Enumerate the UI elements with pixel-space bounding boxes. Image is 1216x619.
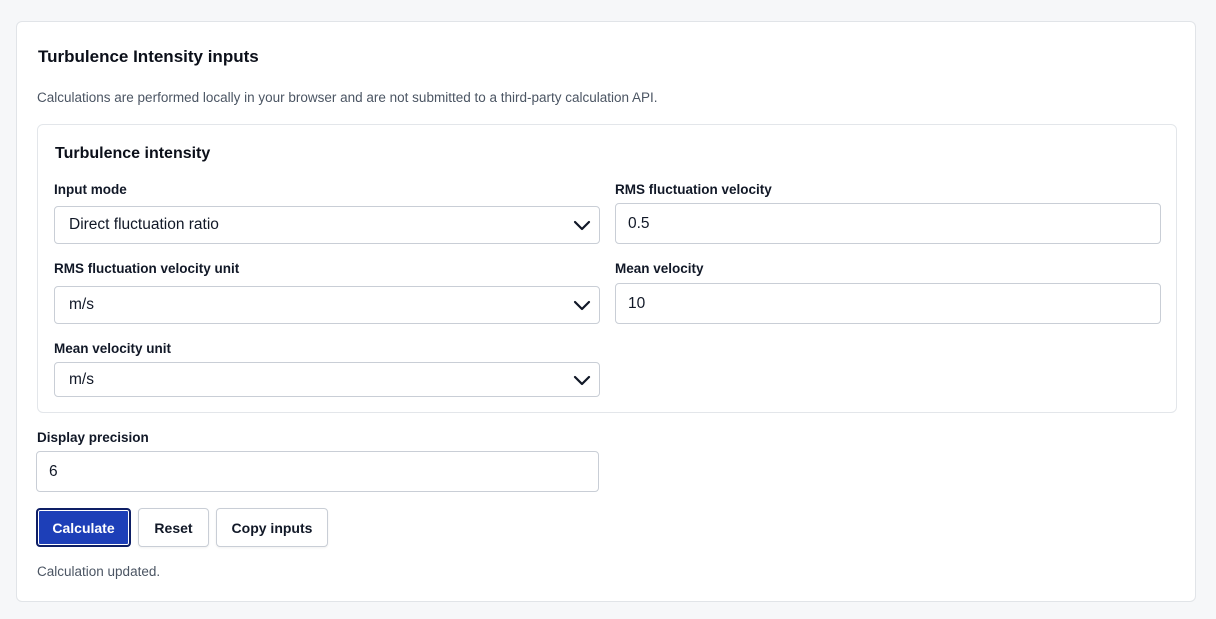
turbulence-section: Turbulence intensity Input mode Direct f…	[37, 124, 1177, 413]
input-mode-select[interactable]: Direct fluctuation ratio	[54, 206, 600, 244]
panel-title: Turbulence Intensity inputs	[38, 47, 259, 66]
display-precision-value: 6	[49, 462, 58, 480]
chevron-down-icon	[573, 220, 591, 231]
copy-inputs-button[interactable]: Copy inputs	[216, 508, 328, 547]
chevron-down-icon	[573, 300, 591, 311]
inputs-panel: Turbulence Intensity inputs Calculations…	[16, 21, 1196, 602]
mean-velocity-unit-label: Mean velocity unit	[54, 341, 172, 356]
rms-velocity-label: RMS fluctuation velocity	[615, 182, 772, 197]
rms-velocity-input[interactable]: 0.5	[615, 203, 1161, 244]
privacy-note: Calculations are performed locally in yo…	[37, 90, 658, 105]
section-title: Turbulence intensity	[55, 145, 211, 162]
calculate-button[interactable]: Calculate	[36, 508, 131, 547]
reset-button[interactable]: Reset	[138, 508, 209, 547]
display-precision-input[interactable]: 6	[36, 451, 599, 492]
rms-velocity-unit-value: m/s	[69, 296, 94, 313]
input-mode-label: Input mode	[54, 182, 127, 197]
mean-velocity-unit-value: m/s	[69, 370, 94, 388]
mean-velocity-value: 10	[628, 294, 646, 312]
rms-velocity-unit-label: RMS fluctuation velocity unit	[54, 261, 240, 276]
mean-velocity-label: Mean velocity	[615, 261, 704, 276]
mean-velocity-input[interactable]: 10	[615, 283, 1161, 324]
chevron-down-icon	[573, 375, 591, 385]
display-precision-label: Display precision	[37, 430, 149, 445]
rms-velocity-unit-select[interactable]: m/s	[54, 286, 600, 324]
status-message: Calculation updated.	[37, 564, 161, 579]
rms-velocity-value: 0.5	[628, 214, 650, 232]
input-mode-value: Direct fluctuation ratio	[69, 216, 219, 233]
mean-velocity-unit-select[interactable]: m/s	[54, 362, 600, 397]
